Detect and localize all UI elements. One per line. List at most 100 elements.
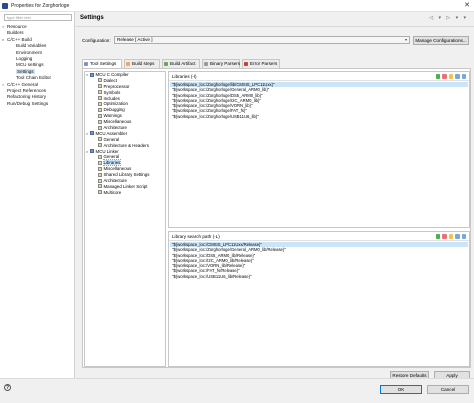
tool-icon xyxy=(90,72,94,77)
nav-item-label: MCU settings xyxy=(16,62,44,68)
configuration-select[interactable]: Release [ Active ] ▾ xyxy=(114,36,410,44)
tab-icon xyxy=(126,62,130,66)
option-category-icon xyxy=(98,137,102,142)
nav-item-label: Builders xyxy=(7,30,24,36)
edit-icon[interactable] xyxy=(448,74,453,79)
cancel-button[interactable]: Cancel xyxy=(427,385,469,394)
option-category-icon xyxy=(98,166,102,171)
tool-tree-label: MCU Linker xyxy=(95,148,119,154)
nav-item-label: Logging xyxy=(16,55,33,61)
edit-icon[interactable] xyxy=(448,234,453,239)
option-category-icon xyxy=(98,119,102,124)
tool-tree-label: Shared Library Settings xyxy=(103,172,150,178)
option-category-icon xyxy=(98,101,102,106)
tool-tree-label: Symbols xyxy=(103,89,121,95)
tab-error-parsers[interactable]: Error Parsers xyxy=(242,59,280,68)
tab-icon xyxy=(244,62,248,66)
delete-icon[interactable] xyxy=(442,74,447,79)
option-category-icon xyxy=(98,84,102,89)
tool-tree-label: Architecture xyxy=(103,178,127,184)
close-icon[interactable]: ✕ xyxy=(464,2,470,10)
tool-tree-label: Miscellaneous xyxy=(103,166,132,172)
help-icon[interactable]: ? xyxy=(4,384,11,391)
tool-tree-label: General xyxy=(103,136,120,142)
tool-icon xyxy=(90,131,94,136)
tab-icon xyxy=(164,62,168,66)
ok-button[interactable]: OK xyxy=(380,385,422,394)
option-category-icon xyxy=(98,96,102,101)
window-title: Properties for Zorghorloge xyxy=(11,3,70,9)
nav-item-label: Environment xyxy=(16,49,42,55)
option-category-icon xyxy=(98,172,102,177)
tool-tree-label: Warnings xyxy=(103,113,122,119)
tab-build-artifact[interactable]: Build Artifact xyxy=(162,59,200,68)
move-down-icon[interactable] xyxy=(461,234,466,239)
settings-tabs: Tool Settings Build steps Build Artifact Bi… xyxy=(82,59,472,69)
tab-label: Build steps xyxy=(132,61,155,66)
nav-item-label: C/C++ General xyxy=(7,81,38,87)
history-nav-icons[interactable]: ◁ ▾ ▷ ▾ ▾ xyxy=(429,15,468,21)
tool-tree-label: Debugging xyxy=(103,107,125,113)
tool-tree-item[interactable]: Multicore xyxy=(85,190,165,196)
list-item[interactable]: "${workspace_loc:/USB11U6_lib/Release}" xyxy=(170,274,468,279)
delete-icon[interactable] xyxy=(442,234,447,239)
move-up-icon[interactable] xyxy=(455,74,460,79)
tool-tree-label: Miscellaneous xyxy=(103,119,132,125)
tool-settings-tree: v MCU C Compiler Dialect Preprocessor Symbol… xyxy=(84,71,166,367)
tool-tree-label: Multicore xyxy=(103,189,122,195)
tool-tree-label: MCU Assembler xyxy=(95,130,128,136)
option-category-icon xyxy=(98,154,102,159)
settings-page: Settings ◁ ▾ ▷ ▾ ▾ Configuration: Releas… xyxy=(76,12,474,380)
tab-icon xyxy=(84,62,88,66)
tool-tree-label: Libraries xyxy=(102,159,122,167)
tab-label: Tool Settings xyxy=(90,61,117,66)
libraries-toolbar xyxy=(434,74,466,79)
configuration-label: Configuration: xyxy=(82,38,111,43)
tool-tree-label: Optimization xyxy=(103,101,128,107)
list-item[interactable]: "${workspace_loc:/Zorghorloge/USB11U6_li… xyxy=(170,114,468,119)
header-divider xyxy=(76,26,474,27)
tool-tree-label: Managed Linker Script xyxy=(103,183,148,189)
nav-item[interactable]: Run/Debug Settings xyxy=(2,101,74,107)
option-category-icon xyxy=(98,125,102,130)
tool-tree-label: Preprocessor xyxy=(103,83,130,89)
libraries-list: "${workspace_loc:/Zorghorloge/lib/CMSIS_… xyxy=(170,82,468,119)
page-header: Settings ◁ ▾ ▷ ▾ ▾ xyxy=(76,12,474,26)
tab-label: Build Artifact xyxy=(170,61,196,66)
option-category-icon xyxy=(98,178,102,183)
nav-item-label: Refactoring History xyxy=(7,94,47,100)
nav-item-label: Tool Chain Editor xyxy=(16,75,51,81)
property-tree: > Resource Builders v C/C++ Build Build Varia… xyxy=(2,24,74,107)
option-category-icon xyxy=(98,184,102,189)
move-down-icon[interactable] xyxy=(461,74,466,79)
property-page-nav: type filter text > Resource Builders v C/C++… xyxy=(0,12,75,378)
title-bar: Properties for Zorghorloge ✕ xyxy=(0,0,474,12)
tool-tree-label: Architecture & Headers xyxy=(103,142,149,148)
search-path-toolbar xyxy=(434,234,466,239)
nav-item-label: Settings xyxy=(16,68,35,74)
tool-icon xyxy=(90,149,94,154)
option-category-icon xyxy=(98,190,102,195)
configuration-value: Release [ Active ] xyxy=(117,37,153,42)
nav-item-label: Build Variables xyxy=(16,43,47,49)
tool-tree-label: MCU C Compiler xyxy=(95,72,129,77)
add-icon[interactable] xyxy=(435,74,440,79)
libraries-list-box: Libraries (-l) "${workspace_loc:/Zorghor… xyxy=(168,71,470,228)
option-category-icon xyxy=(98,143,102,148)
tab-binary-parsers[interactable]: Binary Parsers xyxy=(202,59,240,68)
tab-label: Binary Parsers xyxy=(210,61,241,66)
tab-icon xyxy=(204,62,208,66)
nav-item-label: Project References xyxy=(7,87,47,93)
tool-tree-label: General xyxy=(103,154,120,160)
add-icon[interactable] xyxy=(435,234,440,239)
option-category-icon xyxy=(98,90,102,95)
tab-build-steps[interactable]: Build steps xyxy=(124,59,160,68)
filter-input[interactable]: type filter text xyxy=(4,14,72,21)
app-icon xyxy=(2,3,8,9)
tab-label: Error Parsers xyxy=(250,61,278,66)
libraries-header: Libraries (-l) xyxy=(169,72,469,81)
move-up-icon[interactable] xyxy=(455,234,460,239)
manage-configurations-button[interactable]: Manage Configurations... xyxy=(413,36,469,45)
library-search-path-list: "${workspace_loc:/CMSIS_LPC11Uxx/Release… xyxy=(170,242,468,279)
nav-item-label: Run/Debug Settings xyxy=(7,100,49,106)
